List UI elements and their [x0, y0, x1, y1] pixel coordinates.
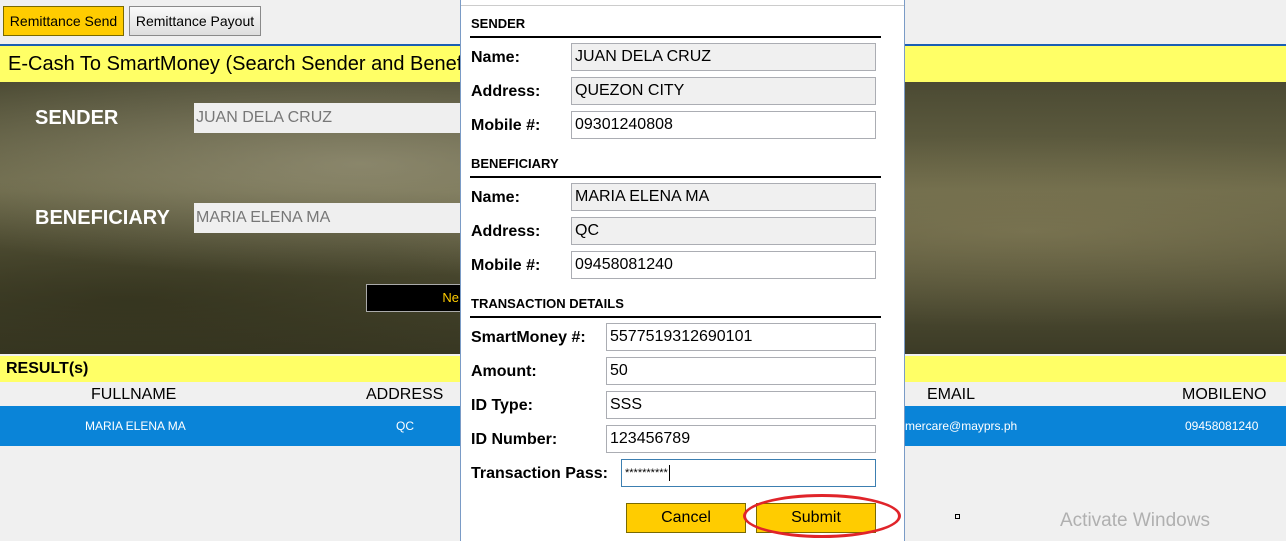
column-header-fullname[interactable]: FULLNAME	[91, 386, 176, 404]
sender-address-field[interactable]: QUEZON CITY	[571, 77, 876, 105]
beneficiary-search-input[interactable]: MARIA ELENA MA	[194, 203, 464, 233]
column-header-address[interactable]: ADDRESS	[366, 386, 443, 404]
row-mobileno: 09458081240	[1185, 419, 1259, 433]
row-fullname: MARIA ELENA MA	[85, 419, 186, 433]
beneficiary-search-label: BENEFICIARY	[35, 207, 170, 229]
sender-mobile-field[interactable]: 09301240808	[571, 111, 876, 139]
column-header-email[interactable]: EMAIL	[927, 386, 975, 404]
beneficiary-mobile-label: Mobile #:	[471, 257, 541, 274]
cancel-button[interactable]: Cancel	[626, 503, 746, 533]
small-square-icon	[955, 514, 960, 519]
id-number-label: ID Number:	[471, 431, 558, 448]
transaction-section-title: TRANSACTION DETAILS	[471, 296, 624, 311]
beneficiary-name-label: Name:	[471, 189, 520, 206]
beneficiary-name-field[interactable]: MARIA ELENA MA	[571, 183, 876, 211]
dialog-top-border	[461, 5, 904, 6]
beneficiary-section-divider	[470, 176, 881, 178]
row-address: QC	[396, 419, 414, 433]
smartmoney-number-field[interactable]: 5577519312690101	[606, 323, 876, 351]
column-header-mobileno[interactable]: MOBILENO	[1182, 386, 1266, 404]
sender-mobile-label: Mobile #:	[471, 117, 541, 134]
transaction-pass-field[interactable]: **********	[621, 459, 876, 487]
sender-section-divider	[470, 36, 881, 38]
sender-name-label: Name:	[471, 49, 520, 66]
submit-button[interactable]: Submit	[756, 503, 876, 533]
remittance-send-tab[interactable]: Remittance Send	[3, 6, 124, 36]
sender-name-field[interactable]: JUAN DELA CRUZ	[571, 43, 876, 71]
beneficiary-address-label: Address:	[471, 223, 541, 240]
smartmoney-label: SmartMoney #:	[471, 329, 586, 346]
sender-search-label: SENDER	[35, 107, 119, 129]
sender-section-title: SENDER	[471, 16, 526, 31]
amount-label: Amount:	[471, 363, 537, 380]
remittance-payout-tab[interactable]: Remittance Payout	[129, 6, 261, 36]
beneficiary-mobile-field[interactable]: 09458081240	[571, 251, 876, 279]
transaction-section-divider	[470, 316, 881, 318]
sender-address-label: Address:	[471, 83, 541, 100]
new-button[interactable]: Ne	[366, 284, 466, 312]
sender-search-input[interactable]: JUAN DELA CRUZ	[194, 103, 464, 133]
transaction-pass-mask: **********	[625, 467, 668, 479]
transaction-confirm-dialog: SENDER Name: JUAN DELA CRUZ Address: QUE…	[460, 0, 905, 541]
id-number-field[interactable]: 123456789	[606, 425, 876, 453]
row-email: mercare@mayprs.ph	[905, 419, 1018, 433]
activate-windows-watermark: Activate Windows	[1060, 510, 1210, 531]
transaction-pass-label: Transaction Pass:	[471, 465, 608, 482]
beneficiary-section-title: BENEFICIARY	[471, 156, 559, 171]
id-type-label: ID Type:	[471, 397, 533, 414]
beneficiary-address-field[interactable]: QC	[571, 217, 876, 245]
id-type-field[interactable]: SSS	[606, 391, 876, 419]
amount-field[interactable]: 50	[606, 357, 876, 385]
text-caret	[668, 465, 670, 482]
